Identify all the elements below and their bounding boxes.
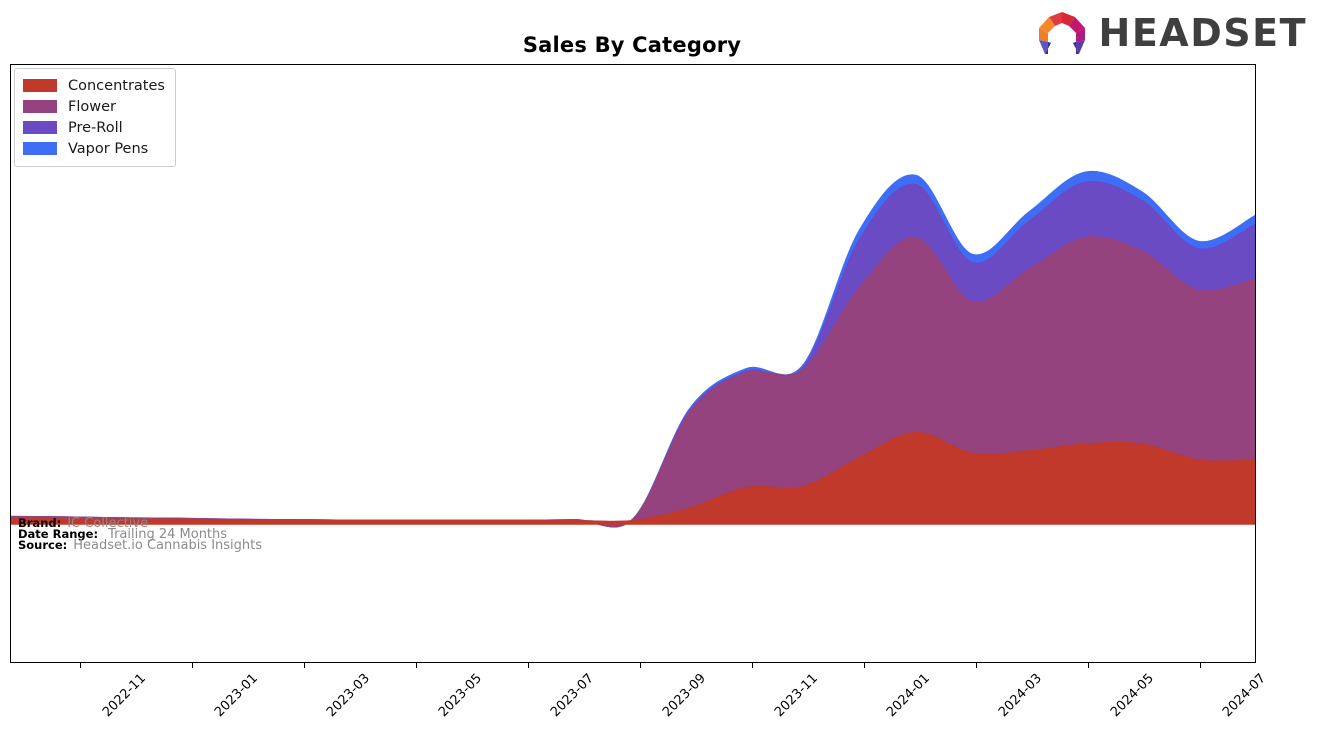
legend-swatch-concentrates: [23, 79, 57, 92]
area-series-concentrates: [11, 431, 1255, 525]
legend-label-vapor-pens: Vapor Pens: [68, 140, 149, 157]
brand-logo: HEADSET: [1035, 10, 1307, 56]
x-tick-label: 2023-05: [435, 671, 485, 721]
x-tick-label: 2022-11: [99, 671, 149, 721]
x-tick-mark: [640, 663, 641, 668]
x-tick-mark: [864, 663, 865, 668]
chart-legend: Concentrates Flower Pre-Roll Vapor Pens: [14, 68, 176, 167]
x-tick-label: 2023-01: [211, 671, 261, 721]
x-axis: 2022-11 2023-01 2023-03 2023-05 2023-07 2023-…: [0, 663, 1319, 743]
annotation-source: Source: Headset.io Cannabis Insights: [18, 538, 263, 553]
legend-swatch-flower: [23, 100, 57, 113]
x-tick-label: 2023-09: [659, 671, 709, 721]
x-tick-mark: [976, 663, 977, 668]
plot-area: [10, 64, 1256, 663]
annotation-source-value: Headset.io Cannabis Insights: [73, 538, 263, 553]
legend-label-pre-roll: Pre-Roll: [68, 119, 123, 136]
x-tick-mark: [192, 663, 193, 668]
stacked-area-plot: [11, 170, 1255, 528]
chart-annotations: Brand: IC Collective Date Range: Trailin…: [18, 517, 263, 553]
x-tick-mark: [416, 663, 417, 668]
legend-item-pre-roll[interactable]: Pre-Roll: [23, 117, 165, 138]
x-tick-label: 2024-07: [1219, 671, 1269, 721]
annotation-source-key: Source:: [18, 538, 68, 552]
x-tick-label: 2024-01: [883, 671, 933, 721]
headset-arch-logo-icon: [1038, 12, 1085, 54]
legend-swatch-vapor-pens: [23, 142, 57, 155]
legend-label-flower: Flower: [68, 98, 116, 115]
legend-item-concentrates[interactable]: Concentrates: [23, 75, 165, 96]
x-tick-mark: [752, 663, 753, 668]
x-tick-mark: [1200, 663, 1201, 668]
legend-label-concentrates: Concentrates: [68, 77, 165, 94]
x-tick-mark: [80, 663, 81, 668]
brand-wordmark: HEADSET: [1098, 11, 1307, 55]
x-tick-mark: [1088, 663, 1089, 668]
legend-swatch-pre-roll: [23, 121, 57, 134]
x-tick-label: 2023-03: [323, 671, 373, 721]
x-tick-mark: [528, 663, 529, 668]
x-tick-label: 2024-03: [995, 671, 1045, 721]
x-tick-label: 2023-07: [547, 671, 597, 721]
x-tick-mark: [304, 663, 305, 668]
legend-item-flower[interactable]: Flower: [23, 96, 165, 117]
chart-figure: Sales By Category HEADSET Concentrates F…: [0, 0, 1319, 743]
x-tick-label: 2023-11: [771, 671, 821, 721]
x-tick-label: 2024-05: [1107, 671, 1157, 721]
legend-item-vapor-pens[interactable]: Vapor Pens: [23, 138, 165, 159]
